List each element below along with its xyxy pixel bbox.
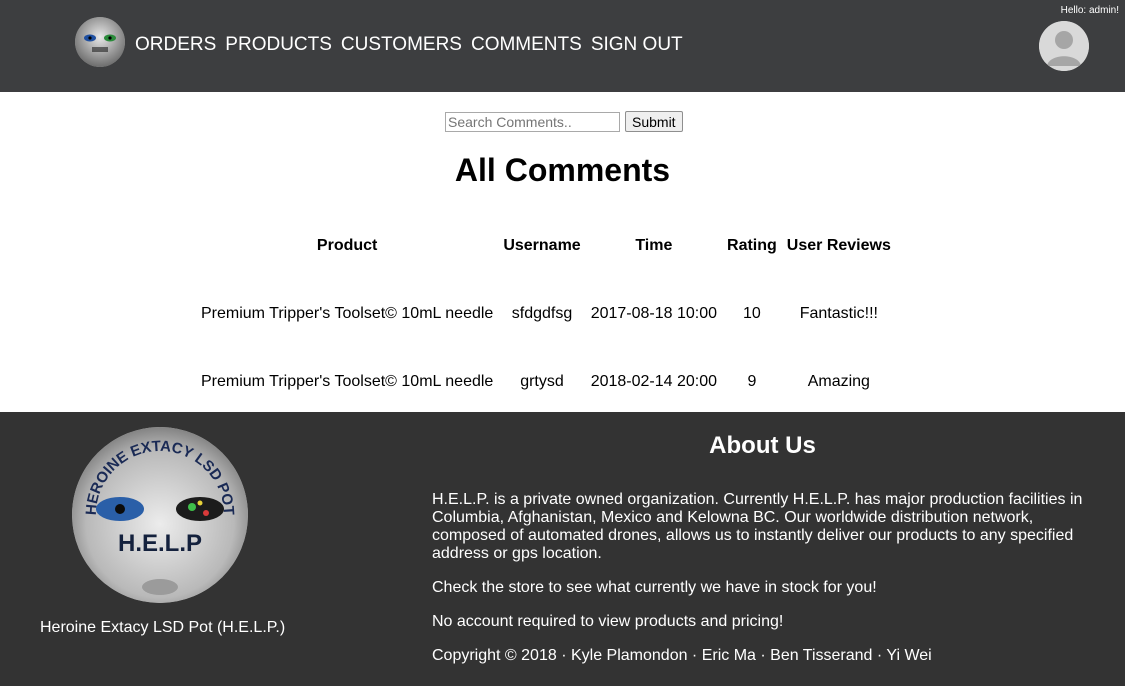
cell-product: Premium Tripper's Toolset© 10mL needle [201,373,494,390]
cell-rating: 9 [747,373,757,390]
nav-sign-out[interactable]: SIGN OUT [591,34,683,56]
table-row: Premium Tripper's Toolset© 10mL needle g… [200,348,892,416]
about-paragraph: No account required to view products and… [432,613,784,630]
cell-review: Amazing [807,373,870,390]
submit-button[interactable]: Submit [625,111,683,132]
top-header: ORDERS PRODUCTS CUSTOMERS COMMENTS SIGN … [0,0,1125,92]
table-row: Premium Tripper's Toolset© 10mL needle s… [200,280,892,348]
site-footer: HEROINE EXTACY LSD POT H.E.L.P Heroine E… [0,412,1125,686]
help-logo-icon[interactable] [75,17,125,67]
comments-table: Product Username Time Rating User Review… [192,212,900,416]
cell-time: 2018-02-14 20:00 [590,373,718,390]
about-body: H.E.L.P. is a private owned organization… [432,491,1092,681]
nav-comments[interactable]: COMMENTS [471,34,582,56]
about-paragraph: H.E.L.P. is a private owned organization… [432,491,1083,562]
search-input[interactable] [445,111,620,132]
help-logo-large-icon: HEROINE EXTACY LSD POT H.E.L.P [72,427,248,603]
cell-review: Fantastic!!! [799,305,878,322]
user-greeting: Hello: admin! [1060,5,1119,16]
nav-orders[interactable]: ORDERS [135,34,216,56]
copyright-text: Copyright © 2018 · Kyle Plamondon · Eric… [432,647,932,664]
cell-time: 2017-08-18 10:00 [590,305,718,322]
about-title: About Us [709,432,816,459]
user-avatar-icon[interactable] [1039,21,1089,71]
page-title: All Comments [454,152,671,188]
nav-customers[interactable]: CUSTOMERS [341,34,462,56]
brand-caption: Heroine Extacy LSD Pot (H.E.L.P.) [40,619,286,636]
nav-products[interactable]: PRODUCTS [225,34,332,56]
about-paragraph: Check the store to see what currently we… [432,579,877,596]
column-header-rating: Rating [727,237,777,254]
search-form: Submit [445,111,683,132]
cell-rating: 10 [743,305,761,322]
main-nav: ORDERS PRODUCTS CUSTOMERS COMMENTS SIGN … [135,34,692,56]
column-header-reviews: User Reviews [786,237,891,254]
column-header-product: Product [316,237,378,254]
cell-username: sfdgdfsg [511,305,573,322]
table-header-row: Product Username Time Rating User Review… [200,212,892,280]
cell-username: grtysd [520,373,564,390]
column-header-time: Time [635,237,673,254]
column-header-username: Username [503,237,581,254]
svg-text:H.E.L.P: H.E.L.P [118,530,202,557]
cell-product: Premium Tripper's Toolset© 10mL needle [201,305,494,322]
